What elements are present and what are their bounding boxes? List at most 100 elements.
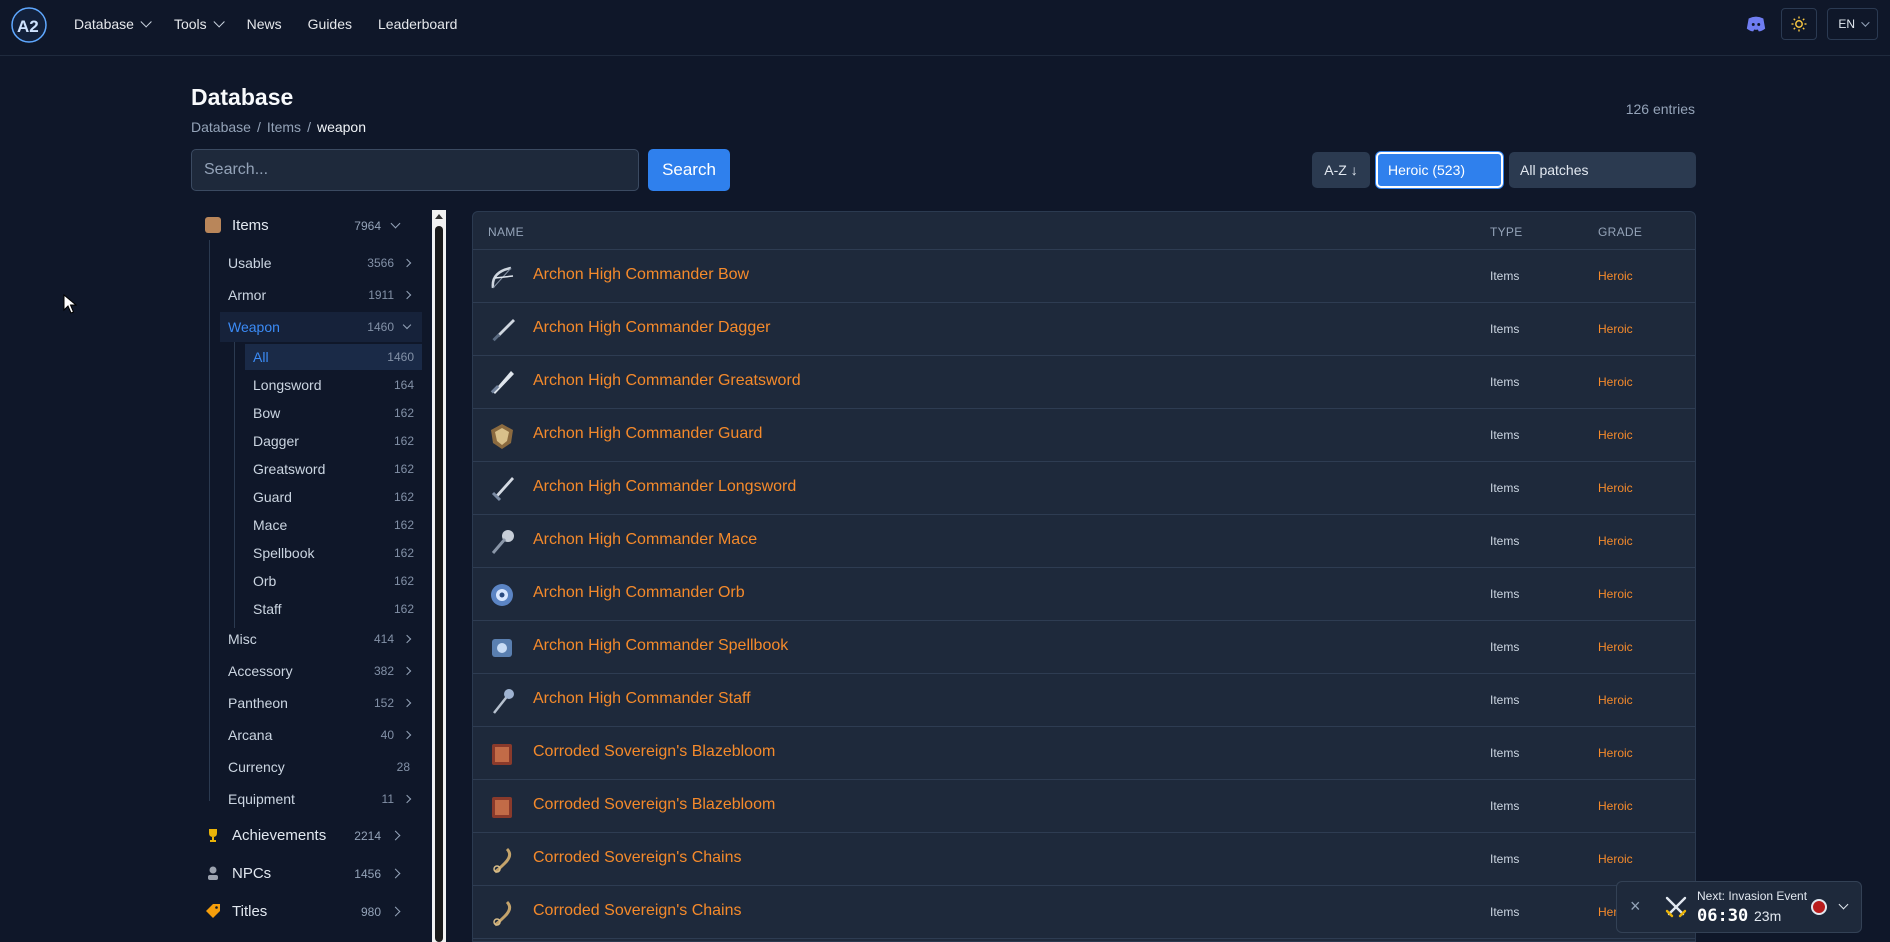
chevron-right-icon — [402, 794, 412, 804]
chains-icon — [493, 847, 512, 874]
table-row[interactable]: Archon High Commander Bow Items Heroic — [473, 250, 1695, 303]
item-name-link[interactable]: Corroded Sovereign's Chains — [533, 849, 742, 867]
nav-news-label: News — [246, 16, 282, 32]
sidebar-category-achievements[interactable]: Achievements 2214 — [191, 819, 421, 851]
sidebar-item-misc[interactable]: Misc 414 — [220, 624, 422, 654]
sidebar-category-items[interactable]: Items 7964 — [191, 210, 421, 240]
sidebar-subitem-mace[interactable]: Mace 162 — [245, 512, 422, 538]
item-name-link[interactable]: Archon High Commander Orb — [533, 584, 745, 602]
sidebar-item-currency[interactable]: Currency 28 — [220, 752, 422, 782]
sidebar-item-weapon[interactable]: Weapon 1460 — [220, 312, 422, 342]
table-row[interactable]: Archon High Commander Spellbook Items Hero… — [473, 621, 1695, 674]
item-name-link[interactable]: Archon High Commander Spellbook — [533, 637, 788, 655]
sidebar-subitem-dagger[interactable]: Dagger 162 — [245, 428, 422, 454]
top-right-controls: EN — [1745, 8, 1878, 40]
table-row[interactable]: Archon High Commander Mace Items Heroic — [473, 515, 1695, 568]
nav-guides[interactable]: Guides — [308, 16, 352, 32]
item-name-link[interactable]: Archon High Commander Mace — [533, 531, 757, 549]
sidebar-item-label: Currency — [228, 759, 285, 775]
table-row[interactable]: Archon High Commander Greatsword Items Her… — [473, 356, 1695, 409]
sidebar-scrollbar[interactable] — [432, 210, 446, 942]
sidebar-category-npcs[interactable]: NPCs 1456 — [191, 857, 421, 889]
table-row[interactable]: Archon High Commander Guard Items Heroic — [473, 409, 1695, 462]
nav-leaderboard[interactable]: Leaderboard — [378, 16, 457, 32]
item-name-link[interactable]: Archon High Commander Guard — [533, 425, 762, 443]
item-name-link[interactable]: Corroded Sovereign's Blazebloom — [533, 743, 775, 761]
site-logo[interactable]: A2 — [10, 6, 48, 44]
table-row[interactable]: Archon High Commander Longsword Items Hero… — [473, 462, 1695, 515]
close-icon[interactable]: × — [1630, 896, 1641, 917]
search-input[interactable] — [191, 149, 639, 191]
table-row[interactable]: Archon High Commander Staff Items Heroic — [473, 674, 1695, 727]
column-header-grade[interactable]: GRADE — [1598, 225, 1642, 239]
discord-icon[interactable] — [1745, 13, 1767, 35]
breadcrumb: Database / Items / weapon — [191, 119, 366, 135]
item-type: Items — [1490, 905, 1520, 919]
table-row[interactable]: Archon High Commander Orb Items Heroic — [473, 568, 1695, 621]
sidebar-subitem-staff[interactable]: Staff 162 — [245, 596, 422, 622]
sort-button[interactable]: A-Z ↓ — [1312, 152, 1370, 188]
item-name-link[interactable]: Archon High Commander Staff — [533, 690, 751, 708]
grade-filter-select[interactable]: Heroic (523) — [1376, 152, 1503, 188]
patch-filter-select[interactable]: All patches — [1509, 152, 1696, 188]
sidebar-subitem-longsword[interactable]: Longsword 164 — [245, 372, 422, 398]
theme-toggle-button[interactable] — [1781, 8, 1818, 40]
sidebar-item-count: 40 — [380, 728, 394, 742]
tree-line — [209, 240, 210, 801]
column-header-type[interactable]: TYPE — [1490, 225, 1523, 239]
sidebar-item-armor[interactable]: Armor 1911 — [220, 280, 422, 310]
table-row[interactable]: Corroded Sovereign's Blazebloom Items Hero… — [473, 727, 1695, 780]
nav-tools[interactable]: Tools — [174, 16, 225, 32]
sidebar-category-titles[interactable]: Titles 980 — [191, 895, 421, 927]
scroll-up-arrow-icon[interactable] — [435, 214, 443, 219]
chevron-right-icon — [390, 906, 401, 917]
sidebar-item-label: Usable — [228, 255, 272, 271]
sidebar-item-accessory[interactable]: Accessory 382 — [220, 656, 422, 686]
npc-icon — [208, 866, 218, 880]
sidebar-subitem-spellbook[interactable]: Spellbook 162 — [245, 540, 422, 566]
breadcrumb-separator: / — [307, 119, 311, 135]
sidebar-item-arcana[interactable]: Arcana 40 — [220, 720, 422, 750]
item-name-link[interactable]: Archon High Commander Longsword — [533, 478, 796, 496]
scrollbar-thumb[interactable] — [435, 226, 443, 942]
sidebar-item-pantheon[interactable]: Pantheon 152 — [220, 688, 422, 718]
table-row[interactable]: Corroded Sovereign's ChainsItemsHeroic — [473, 886, 1695, 939]
item-name-link[interactable]: Corroded Sovereign's Chains — [533, 902, 742, 920]
sidebar-item-label: Accessory — [228, 663, 293, 679]
item-name-link[interactable]: Archon High Commander Bow — [533, 266, 749, 284]
sidebar-subitem-guard[interactable]: Guard 162 — [245, 484, 422, 510]
sidebar-item-count: 28 — [396, 760, 410, 774]
item-name-link[interactable]: Archon High Commander Dagger — [533, 319, 770, 337]
table-row[interactable]: Corroded Sovereign's Blazebloom Items Hero… — [473, 780, 1695, 833]
chevron-right-icon — [402, 634, 412, 644]
item-name-link[interactable]: Archon High Commander Greatsword — [533, 372, 801, 390]
subitem-label: Mace — [253, 517, 288, 533]
svg-text:A2: A2 — [17, 17, 39, 36]
sidebar-item-equipment[interactable]: Equipment 11 — [220, 784, 422, 814]
category-count: 2214 — [354, 829, 381, 843]
sidebar-subitem-orb[interactable]: Orb 162 — [245, 568, 422, 594]
sidebar-subitem-greatsword[interactable]: Greatsword 162 — [245, 456, 422, 482]
item-type: Items — [1490, 428, 1520, 442]
sidebar-subitem-bow[interactable]: Bow 162 — [245, 400, 422, 426]
search-button[interactable]: Search — [648, 149, 730, 191]
item-name-link[interactable]: Corroded Sovereign's Blazebloom — [533, 796, 775, 814]
item-grade: Heroic — [1598, 746, 1633, 760]
sidebar-subitem-all[interactable]: All 1460 — [245, 344, 422, 370]
nav-news[interactable]: News — [247, 16, 282, 32]
event-timer-toast: × Next: Invasion Event 06:30 23m — [1616, 881, 1862, 933]
nav-database[interactable]: Database — [74, 16, 152, 32]
table-row[interactable]: Archon High Commander Dagger Items Heroic — [473, 303, 1695, 356]
breadcrumb-items[interactable]: Items — [267, 119, 301, 135]
category-label: Items — [232, 217, 269, 234]
chevron-down-icon[interactable] — [1838, 899, 1849, 910]
items-table: NAME TYPE GRADE Archon High Commander Bo… — [472, 211, 1696, 942]
column-header-name[interactable]: NAME — [488, 225, 524, 239]
table-row[interactable]: Corroded Sovereign's ChainsItemsHeroic — [473, 833, 1695, 886]
sidebar-item-count: 1460 — [367, 320, 394, 334]
breadcrumb-database[interactable]: Database — [191, 119, 251, 135]
language-select[interactable]: EN — [1827, 8, 1878, 40]
subitem-label: Guard — [253, 489, 292, 505]
sidebar-item-usable[interactable]: Usable 3566 — [220, 248, 422, 278]
subitem-label: Spellbook — [253, 545, 315, 561]
